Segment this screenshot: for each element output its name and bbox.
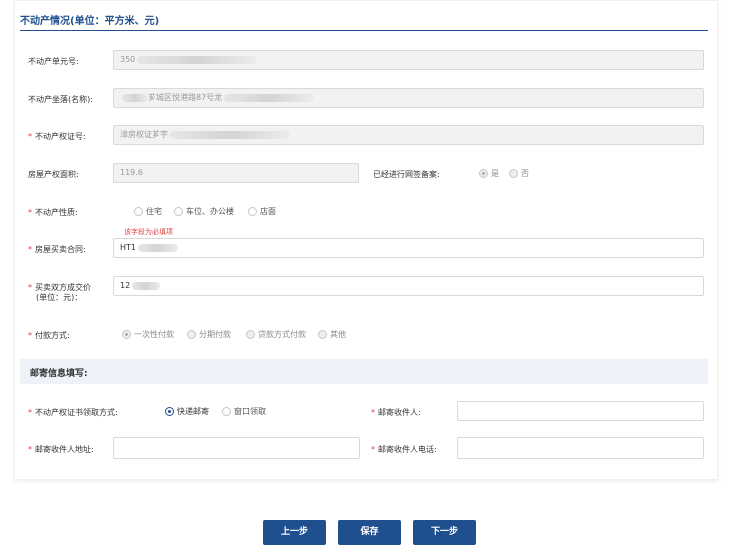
nature-parking-office-radio[interactable]: 车位、办公楼: [174, 206, 234, 217]
radio-icon: [222, 407, 231, 416]
phone-label: * 邮寄收件人电话:: [371, 445, 437, 454]
unit-no-label: 不动产单元号:: [28, 57, 79, 66]
pickup-method-label: * 不动产权证书领取方式:: [28, 408, 118, 417]
pickup-window-radio[interactable]: 窗口领取: [222, 406, 266, 417]
filed-label: 已经进行网签备案:: [373, 170, 440, 179]
radio-icon: [246, 330, 255, 339]
payment-installment-radio[interactable]: 分期付款: [187, 329, 231, 340]
required-error-message: 该字段为必填项: [124, 228, 173, 236]
save-button[interactable]: 保存: [338, 520, 401, 545]
nature-label: * 不动产性质:: [28, 208, 78, 217]
unit-no-value: 350: [120, 55, 136, 64]
location-value: 芗城区悦港路87号龙: [148, 93, 223, 102]
redacted-text: [132, 281, 161, 290]
nature-residential-radio[interactable]: 住宅: [134, 206, 162, 217]
cert-no-label: * 不动产权证号:: [28, 132, 86, 141]
radio-icon: [174, 207, 183, 216]
cert-no-value: 漳房权证芗字: [120, 130, 168, 139]
radio-checked-icon: [165, 407, 174, 416]
section-title: 不动产情况(单位：平方米、元): [20, 16, 160, 27]
mail-section-header: 邮寄信息填写:: [20, 359, 708, 384]
payment-other-radio[interactable]: 其他: [318, 329, 346, 340]
price-label-line2: (单位：元)：: [36, 293, 83, 302]
cert-no-field[interactable]: 漳房权证芗字: [113, 125, 704, 145]
mail-section-title: 邮寄信息填写:: [30, 369, 88, 379]
redacted-text: [224, 93, 315, 102]
radio-icon: [122, 330, 131, 339]
area-field[interactable]: 119.6: [113, 163, 359, 183]
contract-input[interactable]: HT1: [113, 238, 704, 258]
payment-loan-radio[interactable]: 贷款方式付款: [246, 329, 306, 340]
redacted-text: [137, 55, 258, 64]
location-label: 不动产坐落(名称):: [28, 95, 93, 104]
area-label: 房屋产权面积:: [28, 170, 79, 179]
address-label: * 邮寄收件人地址:: [28, 445, 94, 454]
radio-icon: [248, 207, 257, 216]
prev-step-button[interactable]: 上一步: [263, 520, 326, 545]
radio-icon: [187, 330, 196, 339]
payment-label: * 付款方式:: [28, 331, 70, 340]
radio-icon: [318, 330, 327, 339]
pickup-express-radio[interactable]: 快递邮寄: [165, 406, 209, 417]
radio-icon: [509, 169, 518, 178]
filed-yes-radio[interactable]: 是: [479, 168, 499, 179]
nature-shop-radio[interactable]: 店面: [248, 206, 276, 217]
unit-no-field[interactable]: 350: [113, 50, 704, 70]
address-input[interactable]: [113, 437, 360, 459]
price-value: 12: [120, 281, 131, 290]
redacted-text: [170, 130, 290, 139]
redacted-text: [138, 243, 178, 252]
contract-label: * 房屋买卖合同:: [28, 245, 86, 254]
contract-value: HT1: [120, 243, 136, 252]
phone-input[interactable]: [457, 437, 704, 459]
filed-no-radio[interactable]: 否: [509, 168, 529, 179]
radio-icon: [479, 169, 488, 178]
recipient-label: * 邮寄收件人:: [371, 408, 421, 417]
location-field[interactable]: 芗城区悦港路87号龙: [113, 88, 704, 108]
next-step-button[interactable]: 下一步: [413, 520, 476, 545]
section-divider: [20, 30, 708, 31]
payment-lump-sum-radio[interactable]: 一次性付款: [122, 329, 174, 340]
radio-icon: [134, 207, 143, 216]
area-value: 119.6: [120, 168, 143, 177]
redacted-text: [122, 93, 148, 102]
recipient-input[interactable]: [457, 401, 704, 421]
price-input[interactable]: 12: [113, 276, 704, 296]
